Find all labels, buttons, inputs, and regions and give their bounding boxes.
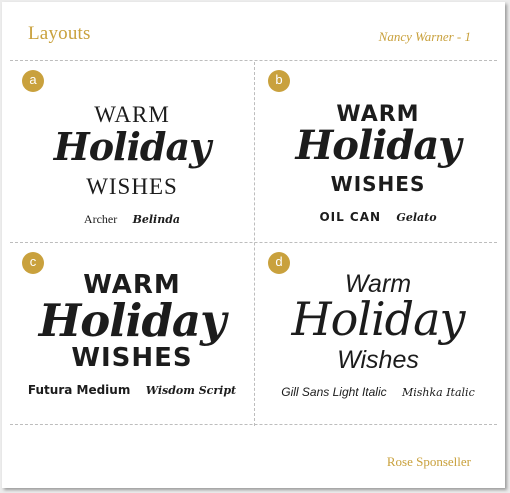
font-name-primary: Futura Medium (27, 383, 131, 397)
font-credits: Futura Medium Wisdom Script (10, 383, 254, 397)
greeting-line-2: Holiday (38, 294, 227, 347)
font-name-primary: Archer (83, 212, 118, 226)
font-name-primary: Gill Sans Light Italic (281, 385, 387, 399)
greeting-line-3: WISHES (71, 343, 193, 373)
layout-panel-a: a WARM Holiday WISHES Archer Belinda (10, 62, 254, 242)
divider-vertical (254, 62, 255, 426)
greeting-line-2: Holiday (53, 124, 211, 169)
font-name-script: Mishka Italic (401, 386, 475, 399)
layout-panel-c: c WARM Holiday WISHES Futura Medium Wisd… (10, 244, 254, 424)
greeting-line-3: Wishes (337, 346, 419, 374)
layout-panel-b: b WARM Holiday WISHES OIL CAN Gelato (256, 62, 500, 242)
layout-sheet: Layouts Nancy Warner - 1 a WARM Holiday … (2, 2, 505, 488)
greeting-line-3: WISHES (330, 172, 426, 196)
panel-badge: b (268, 70, 290, 92)
font-name-script: Wisdom Script (145, 384, 237, 397)
greeting-line-2: Holiday (295, 122, 462, 169)
font-name-script: Gelato (396, 211, 437, 224)
font-credits: Gill Sans Light Italic Mishka Italic (256, 385, 500, 399)
designer-credit: Rose Sponseller (386, 454, 471, 469)
page-title: Layouts (28, 23, 91, 44)
font-name-primary: OIL CAN (319, 210, 382, 224)
font-name-script: Belinda (132, 213, 181, 226)
font-credits: Archer Belinda (10, 212, 254, 227)
font-credits: OIL CAN Gelato (256, 210, 500, 224)
author-credit: Nancy Warner - 1 (378, 29, 471, 44)
greeting-line-2: Holiday (291, 292, 465, 346)
layout-panel-d: d Warm Holiday Wishes Gill Sans Light It… (256, 244, 500, 424)
panel-badge: a (22, 70, 44, 92)
divider-top (10, 60, 497, 61)
greeting-line-3: WISHES (86, 174, 178, 199)
